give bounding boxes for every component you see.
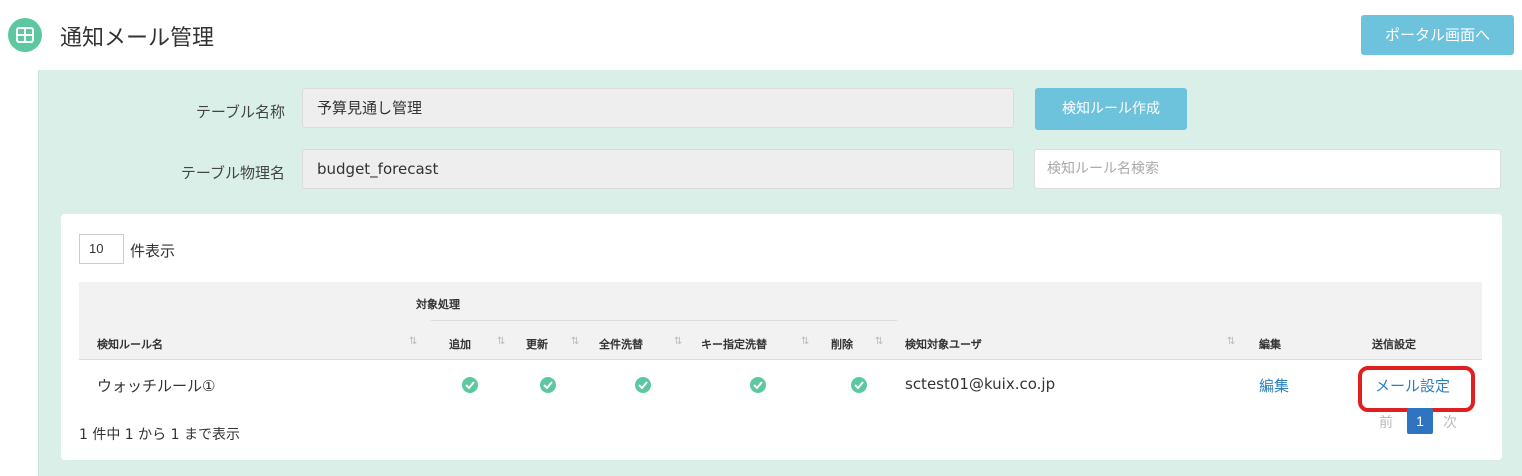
- sort-icon[interactable]: ⇅: [674, 336, 682, 347]
- sort-icon[interactable]: ⇅: [1227, 336, 1235, 347]
- table-info: 1 件中 1 から 1 まで表示: [79, 427, 240, 443]
- rule-list-card: 10 件表示 対象処理 検知ルール名 ⇅ 追加 ⇅ 更新 ⇅ 全件洗替 ⇅ キー…: [61, 214, 1502, 460]
- sort-icon[interactable]: ⇅: [875, 336, 883, 347]
- check-circle-icon: [750, 377, 766, 393]
- col-edit: 編集: [1259, 338, 1281, 351]
- check-circle-icon: [851, 377, 867, 393]
- pager-prev[interactable]: 前: [1379, 412, 1393, 432]
- col-rule-name[interactable]: 検知ルール名: [97, 336, 163, 352]
- check-circle-icon: [635, 377, 651, 393]
- col-target-user[interactable]: 検知対象ユーザ: [905, 336, 982, 352]
- page-size-label: 件表示: [130, 242, 176, 260]
- pager-page-1[interactable]: 1: [1407, 408, 1433, 434]
- table-row: ウォッチルール① sctest01@kuix.co.jp 編集 メール設定: [79, 360, 1482, 412]
- pager-next[interactable]: 次: [1443, 412, 1457, 432]
- grid-icon: [8, 18, 42, 52]
- table-name-field[interactable]: 予算見通し管理: [302, 88, 1014, 128]
- col-update[interactable]: 更新: [526, 336, 548, 352]
- check-circle-icon: [540, 377, 556, 393]
- page-header: 通知メール管理 ポータル画面へ: [0, 0, 1522, 70]
- col-full-replace[interactable]: 全件洗替: [599, 336, 643, 352]
- rule-name-cell: ウォッチルール①: [97, 377, 216, 395]
- target-user-cell: sctest01@kuix.co.jp: [905, 375, 1056, 393]
- sort-icon[interactable]: ⇅: [497, 336, 505, 347]
- col-send-settings: 送信設定: [1372, 338, 1416, 351]
- mail-settings-link[interactable]: メール設定: [1375, 375, 1450, 396]
- rule-search-input[interactable]: [1034, 149, 1501, 189]
- page-title: 通知メール管理: [60, 26, 215, 51]
- portal-button[interactable]: ポータル画面へ: [1361, 15, 1514, 55]
- col-key-replace[interactable]: キー指定洗替: [701, 336, 767, 352]
- page-size-select[interactable]: 10: [79, 234, 124, 264]
- table-physical-field[interactable]: budget_forecast: [302, 149, 1014, 189]
- table-physical-label: テーブル物理名: [180, 164, 285, 182]
- edit-link[interactable]: 編集: [1259, 375, 1289, 396]
- check-circle-icon: [462, 377, 478, 393]
- main-panel: テーブル名称 予算見通し管理 検知ルール作成 テーブル物理名 budget_fo…: [38, 70, 1522, 476]
- group-header: 対象処理: [416, 298, 460, 311]
- group-divider: [431, 320, 897, 321]
- sort-icon[interactable]: ⇅: [801, 336, 809, 347]
- sort-icon[interactable]: ⇅: [409, 336, 417, 347]
- sort-icon[interactable]: ⇅: [571, 336, 579, 347]
- col-add[interactable]: 追加: [449, 336, 471, 352]
- table-header: 対象処理 検知ルール名 ⇅ 追加 ⇅ 更新 ⇅ 全件洗替 ⇅ キー指定洗替 ⇅ …: [79, 282, 1482, 360]
- table-name-label: テーブル名称: [195, 103, 285, 121]
- col-delete[interactable]: 削除: [831, 336, 853, 352]
- create-rule-button[interactable]: 検知ルール作成: [1035, 88, 1187, 130]
